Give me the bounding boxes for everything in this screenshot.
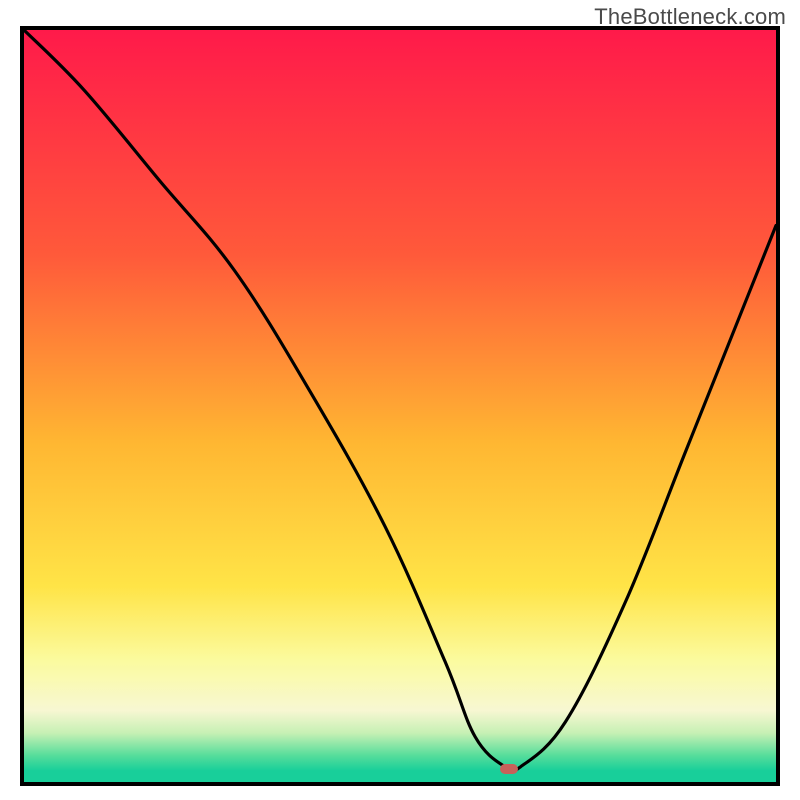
curve-path — [24, 30, 776, 772]
bottleneck-curve — [24, 30, 776, 782]
optimal-marker — [500, 764, 518, 774]
chart-canvas: TheBottleneck.com — [0, 0, 800, 800]
plot-frame — [20, 26, 780, 786]
